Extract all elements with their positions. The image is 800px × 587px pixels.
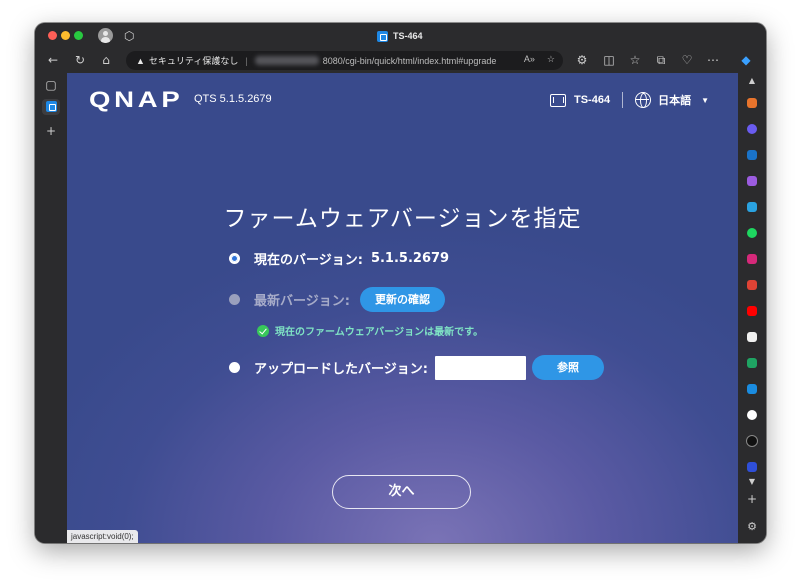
youtube-icon[interactable] [747, 306, 757, 316]
redacted-host [254, 56, 319, 65]
qts-version: QTS 5.1.5.2679 [194, 93, 272, 105]
chevron-down-icon[interactable]: ▼ [701, 96, 709, 105]
browser-essentials-icon[interactable]: ♡ [679, 53, 695, 67]
minimize-window-button[interactable] [61, 31, 70, 40]
option-latest-version[interactable]: 最新バージョン: 更新の確認 [229, 287, 445, 312]
add-sidebar-app-icon[interactable]: + [745, 493, 759, 505]
tab-actions-icon[interactable]: ▢ [42, 77, 60, 93]
option-current-version[interactable]: 現在のバージョン: 5.1.5.2679 [229, 249, 449, 268]
browser-window: ⬡ TS-464 ← ↻ ⌂ ▲ セキュリティ保護なし | 8080/cgi-b… [35, 23, 766, 543]
url-text: 8080/cgi-bin/quick/html/index.html#upgra… [322, 55, 497, 66]
pocket-icon[interactable] [747, 436, 757, 446]
back-arrow-icon[interactable]: ← [45, 53, 61, 67]
latest-version-label: 最新バージョン: [254, 294, 350, 309]
favorite-star-icon[interactable]: ☆ [547, 54, 555, 65]
vertical-tab-ts464[interactable] [42, 99, 60, 115]
address-divider: | [245, 55, 248, 66]
address-bar[interactable]: ▲ セキュリティ保護なし | 8080/cgi-bin/quick/html/i… [126, 51, 563, 70]
read-aloud-icon[interactable]: A» [524, 54, 535, 65]
settings-gear-icon[interactable]: ⚙ [745, 521, 759, 533]
sidebar-rail: ▲ ▼ + ⚙ [738, 73, 766, 543]
chevron-down-icon[interactable]: ▼ [745, 476, 759, 488]
title-bar: ⬡ TS-464 [35, 23, 766, 48]
latest-status-text: 現在のファームウェアバージョンは最新です。 [275, 327, 484, 338]
qnap-page: QNAP QTS 5.1.5.2679 TS-464 日本語 ▼ ファームウェア… [67, 73, 738, 543]
close-window-button[interactable] [48, 31, 57, 40]
workspaces-icon[interactable]: ⬡ [124, 29, 134, 43]
more-menu-icon[interactable]: ⋯ [705, 53, 721, 67]
gmail-icon[interactable] [747, 280, 757, 290]
chevron-up-icon[interactable]: ▲ [745, 75, 759, 87]
option-uploaded-version[interactable]: アップロードしたバージョン: 参照 [229, 355, 604, 380]
tab-title: TS-464 [393, 31, 423, 41]
current-version-label: 現在のバージョン: [254, 253, 363, 268]
language-selector[interactable]: 日本語 [658, 92, 691, 108]
spotify-icon[interactable] [747, 228, 757, 238]
qnap-favicon-icon [377, 30, 388, 42]
copilot-icon[interactable]: ◆ [738, 53, 754, 67]
new-tab-icon[interactable]: + [42, 123, 60, 139]
collections-icon[interactable]: ⧉ [653, 53, 669, 67]
copilot-sidebar-icon[interactable] [747, 124, 757, 134]
header-divider [622, 92, 624, 108]
upload-file-field[interactable] [434, 355, 526, 380]
latest-status: 現在のファームウェアバージョンは最新です。 [257, 323, 483, 338]
word-icon[interactable] [747, 462, 757, 472]
warning-icon: ▲ [136, 55, 145, 66]
profile-icon[interactable] [98, 28, 113, 43]
instagram-icon[interactable] [747, 254, 757, 264]
onedrive-icon[interactable] [747, 384, 757, 394]
qnap-logo: QNAP [89, 89, 180, 111]
logo-wordmark: QNAP [89, 87, 184, 112]
browser-toolbar: ← ↻ ⌂ ▲ セキュリティ保護なし | 8080/cgi-bin/quick/… [35, 48, 766, 73]
telegram-icon[interactable] [747, 202, 757, 212]
designer-icon[interactable] [747, 176, 757, 186]
page-title: ファームウェアバージョンを指定 [223, 206, 582, 232]
maximize-window-button[interactable] [74, 31, 83, 40]
qnap-favicon-icon [45, 101, 57, 112]
active-tab[interactable]: TS-464 [377, 28, 423, 44]
outlook-icon[interactable] [747, 150, 757, 160]
reload-icon[interactable]: ↻ [72, 53, 88, 67]
address-actions: A» ☆ [524, 54, 555, 65]
favorites-icon[interactable]: ☆ [627, 53, 643, 67]
next-button[interactable]: 次へ [332, 475, 471, 509]
radio-latest-version[interactable] [229, 294, 240, 305]
security-label: セキュリティ保護なし [148, 56, 239, 66]
radio-current-version[interactable] [229, 253, 240, 264]
extensions-icon[interactable]: ⚙ [574, 53, 590, 67]
shopping-icon[interactable] [747, 98, 757, 108]
radio-uploaded-version[interactable] [229, 362, 240, 373]
nas-device-icon [550, 93, 566, 107]
google-icon[interactable] [747, 410, 757, 420]
link-status-bar: javascript:void(0); [67, 530, 138, 543]
globe-icon [635, 92, 652, 108]
google-drive-icon[interactable] [747, 358, 757, 368]
uploaded-version-label: アップロードしたバージョン: [254, 362, 428, 377]
device-name: TS-464 [574, 94, 611, 106]
header-right: TS-464 日本語 ▼ [550, 91, 709, 109]
amazon-icon[interactable] [747, 332, 757, 342]
vertical-tabs-rail: ▢ + [35, 73, 67, 543]
check-circle-icon [257, 324, 269, 337]
check-update-button[interactable]: 更新の確認 [359, 287, 445, 312]
split-screen-icon[interactable]: ◫ [601, 53, 617, 67]
current-version-value: 5.1.5.2679 [370, 251, 450, 266]
home-icon[interactable]: ⌂ [98, 53, 114, 67]
browse-button[interactable]: 参照 [531, 355, 604, 380]
